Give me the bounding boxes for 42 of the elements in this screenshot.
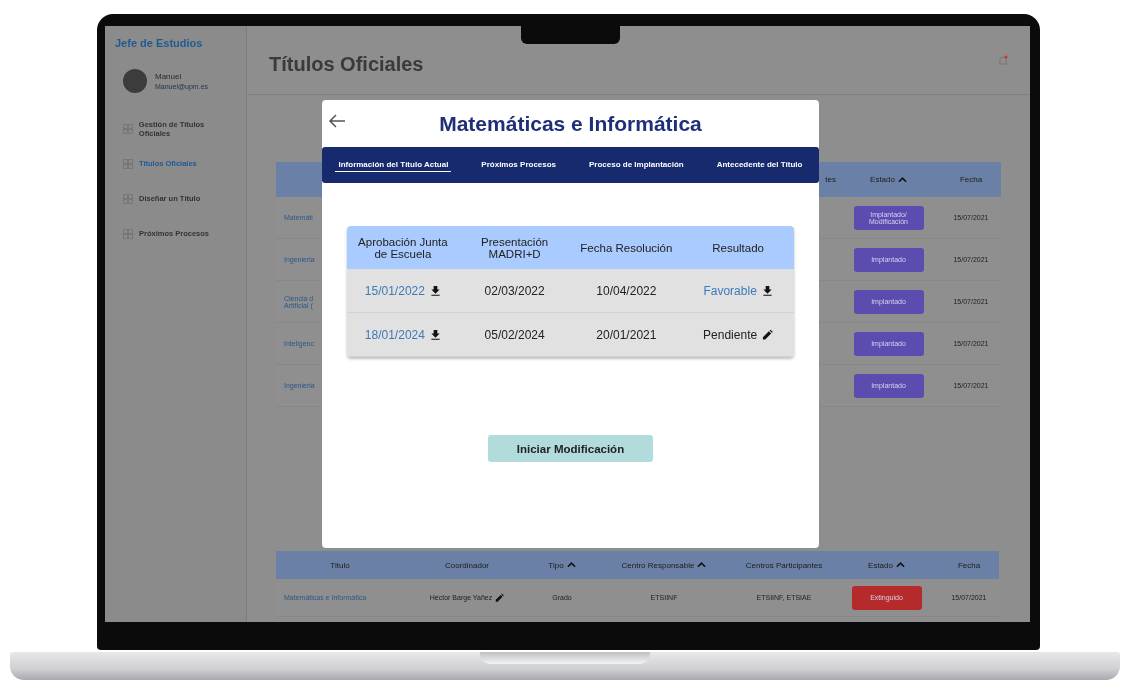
avatar [123,69,147,93]
column-header: Fecha Resolución [570,226,683,269]
start-modification-button[interactable]: Iniciar Modificación [488,435,653,462]
back-arrow-icon[interactable] [328,112,346,130]
column-header: Estado [868,560,893,570]
cell-text: 20/01/2021 [596,327,657,342]
column-header: Aprobación Junta de Escuela [347,226,459,269]
cell-text: 05/02/2024 [484,327,545,342]
download-icon[interactable] [429,285,441,296]
column-header: Titulo [330,560,350,570]
column-header: Tipo [548,560,564,570]
tab[interactable]: Información del Título Actual [335,158,452,172]
cell-text: 02/03/2022 [484,283,545,298]
column-header: Fecha [959,175,983,184]
document-link[interactable]: 18/01/2024 [364,327,425,342]
column-header: Coordinador [445,560,489,570]
chevron-up-icon[interactable] [897,176,907,183]
column-header: Estado [870,175,895,184]
pencil-icon[interactable] [762,329,774,340]
app-title: Jefe de Estudios [115,37,204,49]
document-link[interactable]: Favorable [703,283,757,298]
column-header: Centro Responsable [621,560,695,570]
document-link[interactable]: 15/01/2022 [364,283,425,298]
download-icon[interactable] [429,329,441,340]
column-header: Presentación MADRI+D [458,226,571,269]
column-header: tes [825,175,836,184]
download-icon[interactable] [761,285,773,296]
tab[interactable]: Próximos Procesos [478,158,560,172]
chevron-up-icon[interactable] [697,562,707,568]
user-name: Manuel [155,72,183,81]
column-header: Centros Participantes [745,560,823,570]
chevron-up-icon[interactable] [566,562,576,568]
tab[interactable]: Proceso de Implantación [586,158,687,172]
pencil-icon[interactable] [495,593,505,602]
chevron-up-icon[interactable] [895,562,905,568]
page-title: Títulos Oficiales [269,51,424,76]
column-header: Resultado [682,226,794,269]
cell-text: Pendiente [703,327,758,342]
cell-text: 10/04/2022 [596,283,657,298]
modal-title: Matemáticas e Informática [439,111,702,136]
column-header: Fecha [957,560,981,570]
tab[interactable]: Antecedente del Título [713,158,806,172]
